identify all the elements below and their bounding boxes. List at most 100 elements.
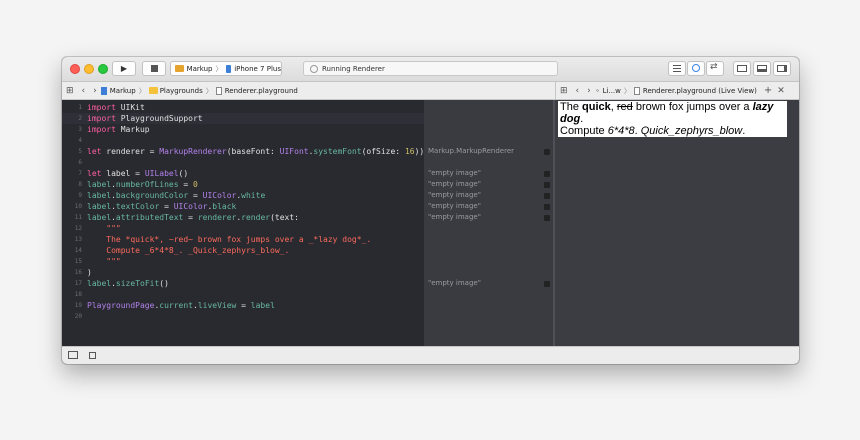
navigator-toggle-button[interactable] [733, 61, 751, 76]
code-line[interactable]: 3 import Markup [62, 124, 424, 135]
quick-look-button[interactable] [544, 204, 550, 210]
jump-bar: ⊞ ‹ › Markup 〉 Playgrounds 〉 Renderer.pl… [62, 82, 799, 100]
code-line[interactable]: 2 import PlaygroundSupport [62, 113, 424, 124]
live-italic: 6*4*8 [607, 125, 635, 137]
code-line[interactable]: 13 The *quick*, ~red~ brown fox jumps ov… [62, 234, 424, 245]
code-text[interactable]: let renderer = MarkupRenderer(baseFont: … [87, 146, 424, 157]
code-line[interactable]: 9 label.backgroundColor = UIColor.white [62, 190, 424, 201]
breadcrumb-file[interactable]: Renderer.playground [225, 87, 298, 95]
code-text[interactable]: import PlaygroundSupport [87, 113, 203, 124]
code-text[interactable]: PlaygroundPage.current.liveView = label [87, 300, 275, 311]
project-icon [100, 86, 107, 95]
code-text[interactable]: label.textColor = UIColor.black [87, 201, 236, 212]
chevron-right-icon: 〉 [623, 86, 631, 95]
line-number: 8 [78, 181, 82, 188]
code-text[interactable]: label.numberOfLines = 0 [87, 179, 198, 190]
left-panel-icon [737, 65, 747, 72]
scheme-device: iPhone 7 Plus [234, 64, 281, 73]
execute-icon[interactable] [89, 352, 96, 359]
back-icon[interactable]: ‹ [82, 86, 86, 96]
stop-button[interactable] [142, 61, 166, 76]
code-text[interactable]: The *quick*, ~red~ brown fox jumps over … [87, 234, 371, 245]
arrows-icon: ⇄ [710, 62, 718, 72]
related-items-icon[interactable]: ⊞ [560, 86, 568, 96]
result-value: "empty image" [428, 180, 481, 188]
code-text[interactable]: Compute _6*4*8_. _Quick_zephyrs_blow_. [87, 245, 289, 256]
inspector-toggle-button[interactable] [773, 61, 791, 76]
breadcrumb-folder[interactable]: Playgrounds [160, 87, 203, 95]
code-line[interactable]: 19 PlaygroundPage.current.liveView = labe… [62, 300, 424, 311]
code-text[interactable]: label.backgroundColor = UIColor.white [87, 190, 265, 201]
code-line[interactable]: 12 """ [62, 223, 424, 234]
debug-toggle-button[interactable] [753, 61, 771, 76]
code-line[interactable]: 6 [62, 157, 424, 168]
scheme-selector[interactable]: Markup 〉 iPhone 7 Plus [170, 61, 282, 76]
line-number: 10 [74, 203, 82, 210]
toolbar: ▶ Markup 〉 iPhone 7 Plus Running Rendere… [62, 57, 799, 82]
scheme-project: Markup [186, 64, 213, 73]
quick-look-button[interactable] [544, 149, 550, 155]
code-line[interactable]: 20 [62, 311, 424, 322]
code-line[interactable]: 5 let renderer = MarkupRenderer(baseFont:… [62, 146, 424, 157]
stop-icon [150, 65, 158, 72]
code-line[interactable]: 14 Compute _6*4*8_. _Quick_zephyrs_blow_… [62, 245, 424, 256]
assistant-editor-button[interactable] [687, 61, 705, 76]
chevron-right-icon: 〉 [138, 86, 146, 95]
related-items-icon[interactable]: ⊞ [66, 86, 74, 96]
forward-icon[interactable]: › [587, 86, 591, 96]
result-value: "empty image" [428, 202, 481, 210]
close-window-button[interactable] [70, 64, 80, 74]
breadcrumb-project[interactable]: Markup [110, 87, 136, 95]
quick-look-button[interactable] [544, 281, 550, 287]
code-text[interactable]: """ [87, 223, 120, 234]
code-line[interactable]: 10 label.textColor = UIColor.black [62, 201, 424, 212]
breadcrumb-liveview[interactable]: Li...w [603, 87, 621, 95]
breadcrumb-liveview-file[interactable]: Renderer.playground (Live View) [643, 87, 757, 95]
line-number: 14 [74, 247, 82, 254]
code-line[interactable]: 11 label.attributedText = renderer.render… [62, 212, 424, 223]
add-editor-icon[interactable]: + [764, 85, 772, 96]
code-line[interactable]: 4 [62, 135, 424, 146]
back-icon[interactable]: ‹ [576, 86, 580, 96]
code-text[interactable]: """ [87, 256, 120, 267]
zoom-window-button[interactable] [98, 64, 108, 74]
live-text: . [742, 125, 746, 137]
code-text[interactable]: import UIKit [87, 102, 145, 113]
code-line[interactable]: 7 let label = UILabel() [62, 168, 424, 179]
code-line[interactable]: 18 [62, 289, 424, 300]
version-editor-button[interactable]: ⇄ [706, 61, 724, 76]
code-text[interactable]: ) [87, 267, 92, 278]
live-view: The quick, red brown fox jumps over a la… [555, 100, 799, 346]
source-editor[interactable]: 1 import UIKit 2 import PlaygroundSupport 3 i… [62, 100, 424, 346]
close-editor-icon[interactable]: ✕ [777, 86, 785, 96]
live-bold: quick [582, 101, 611, 113]
code-text[interactable]: label.attributedText = renderer.render(t… [87, 212, 299, 223]
line-number: 20 [74, 313, 82, 320]
code-line[interactable]: 17 label.sizeToFit() [62, 278, 424, 289]
device-icon [225, 64, 232, 73]
rendered-label: The quick, red brown fox jumps over a la… [558, 101, 787, 137]
minimize-window-button[interactable] [84, 64, 94, 74]
quick-look-button[interactable] [544, 193, 550, 199]
code-line[interactable]: 8 label.numberOfLines = 0 [62, 179, 424, 190]
code-text[interactable]: let label = UILabel() [87, 168, 188, 179]
status-text: Running Renderer [322, 64, 385, 73]
quick-look-button[interactable] [544, 171, 550, 177]
code-line[interactable]: 16) [62, 267, 424, 278]
console-toggle-icon[interactable] [68, 351, 78, 359]
result-value: "empty image" [428, 191, 481, 199]
line-number: 3 [78, 126, 82, 133]
code-text[interactable]: label.sizeToFit() [87, 278, 169, 289]
code-text[interactable]: import Markup [87, 124, 150, 135]
run-button[interactable]: ▶ [112, 61, 136, 76]
quick-look-button[interactable] [544, 182, 550, 188]
debug-bar [62, 346, 799, 364]
playground-file-icon [215, 86, 222, 95]
live-strike: red [616, 101, 633, 113]
standard-editor-button[interactable] [668, 61, 686, 76]
code-line[interactable]: 1 import UIKit [62, 102, 424, 113]
forward-icon[interactable]: › [93, 86, 97, 96]
line-number: 5 [78, 148, 82, 155]
quick-look-button[interactable] [544, 215, 550, 221]
code-line[interactable]: 15 """ [62, 256, 424, 267]
